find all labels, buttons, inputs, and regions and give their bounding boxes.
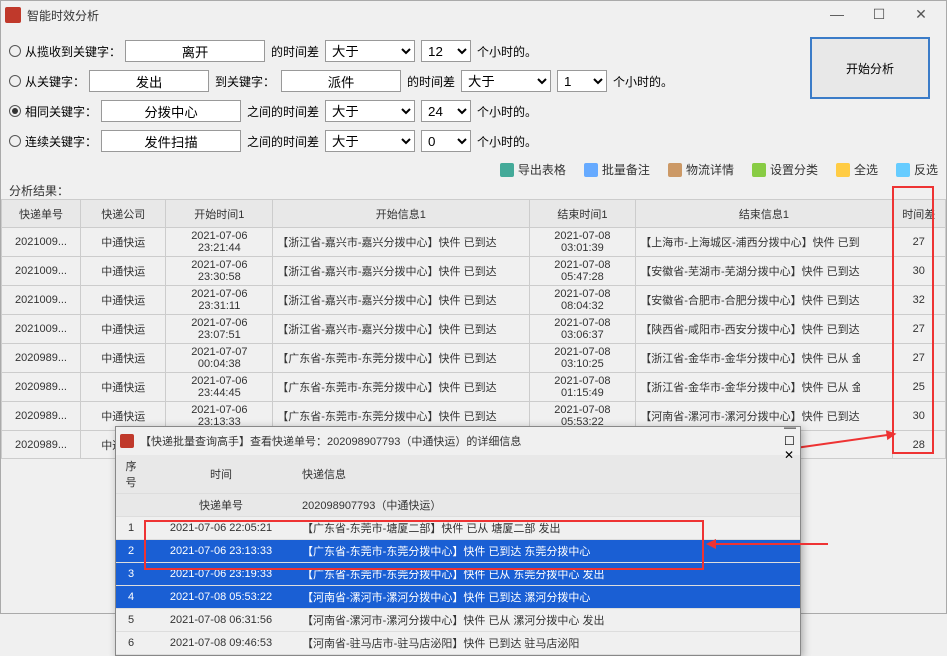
detail-table: 序号 时间 快递信息 快递单号 202098907793（中通快运） 12021… xyxy=(116,455,800,655)
suffix-3: 个小时的。 xyxy=(477,103,537,120)
th-endtime[interactable]: 结束时间1 xyxy=(529,200,636,228)
table-row[interactable]: 2020989...中通快运2021-07-0700:04:38【广东省-东莞市… xyxy=(2,344,946,373)
filter-row-4: 连续关键字： 之间的时间差 大于 0 个小时的。 xyxy=(9,127,938,155)
suffix-1: 个小时的。 xyxy=(477,43,537,60)
label-3: 相同关键字： xyxy=(25,103,97,120)
detail-window: 【快递批量查询高手】查看快递单号：202098907793（中通快运）的详细信息… xyxy=(115,426,801,656)
label-2a: 从关键字： xyxy=(25,73,85,90)
truck-icon xyxy=(668,163,682,177)
radio-2[interactable] xyxy=(9,75,21,87)
sub-titlebar: 【快递批量查询高手】查看快递单号：202098907793（中通快运）的详细信息… xyxy=(116,427,800,455)
note-icon xyxy=(584,163,598,177)
table-row[interactable]: 2021009...中通快运2021-07-0623:31:11【浙江省-嘉兴市… xyxy=(2,286,946,315)
between-3: 之间的时间差 xyxy=(247,103,319,120)
filter-row-1: 从揽收到关键字： 的时间差 大于 12 个小时的。 xyxy=(9,37,938,65)
app-icon xyxy=(5,7,21,23)
suffix-4: 个小时的。 xyxy=(477,133,537,150)
between-2: 的时间差 xyxy=(407,73,455,90)
detail-row[interactable]: 62021-07-08 09:46:53【河南省-驻马店市-驻马店泌阳】快件 已… xyxy=(116,632,800,655)
between-1: 的时间差 xyxy=(271,43,319,60)
radio-3[interactable] xyxy=(9,105,21,117)
sub-track-label: 快递单号 xyxy=(146,494,296,517)
swap-icon xyxy=(896,163,910,177)
filter-row-3: 相同关键字： 之间的时间差 大于 24 个小时的。 xyxy=(9,97,938,125)
titlebar: 智能时效分析 — ☐ ✕ xyxy=(1,1,946,29)
sub-track-no: 202098907793（中通快运） xyxy=(296,494,800,517)
table-row[interactable]: 2020989...中通快运2021-07-0623:44:45【广东省-东莞市… xyxy=(2,373,946,402)
th-endinfo[interactable]: 结束信息1 xyxy=(636,200,892,228)
keyword-2a[interactable] xyxy=(89,70,209,92)
radio-1[interactable] xyxy=(9,45,21,57)
sub-title: 【快递批量查询高手】查看快递单号：202098907793（中通快运）的详细信息 xyxy=(140,433,784,449)
table-row[interactable]: 2021009...中通快运2021-07-0623:07:51【浙江省-嘉兴市… xyxy=(2,315,946,344)
th-no[interactable]: 快递单号 xyxy=(2,200,81,228)
excel-icon xyxy=(500,163,514,177)
detail-row[interactable]: 42021-07-08 05:53:22【河南省-漯河市-漯河分拨中心】快件 已… xyxy=(116,586,800,609)
detail-row[interactable]: 32021-07-06 23:19:33【广东省-东莞市-东莞分拨中心】快件 已… xyxy=(116,563,800,586)
th-starttime[interactable]: 开始时间1 xyxy=(166,200,273,228)
suffix-2: 个小时的。 xyxy=(613,73,673,90)
sub-close-button[interactable]: ✕ xyxy=(784,448,796,462)
detail-row[interactable]: 52021-07-08 06:31:56【河南省-漯河市-漯河分拨中心】快件 已… xyxy=(116,609,800,632)
detail-row[interactable]: 12021-07-06 22:05:21【广东省-东莞市-塘厦二部】快件 已从 … xyxy=(116,517,800,540)
op-3[interactable]: 大于 xyxy=(325,100,415,122)
sub-minimize-button[interactable]: — xyxy=(784,420,796,434)
results-label: 分析结果： xyxy=(1,182,946,199)
maximize-button[interactable]: ☐ xyxy=(858,1,900,29)
sub-maximize-button[interactable]: ☐ xyxy=(784,434,796,448)
sub-th-time[interactable]: 时间 xyxy=(146,455,296,494)
hours-4[interactable]: 0 xyxy=(421,130,471,152)
op-4[interactable]: 大于 xyxy=(325,130,415,152)
filter-row-2: 从关键字： 到关键字： 的时间差 大于 1 个小时的。 xyxy=(9,67,938,95)
filter-panel: 从揽收到关键字： 的时间差 大于 12 个小时的。 从关键字： 到关键字： 的时… xyxy=(1,29,946,155)
results-table: 快递单号 快递公司 开始时间1 开始信息1 结束时间1 结束信息1 时间差 20… xyxy=(1,199,946,459)
keyword-2b[interactable] xyxy=(281,70,401,92)
table-row[interactable]: 2021009...中通快运2021-07-0623:30:58【浙江省-嘉兴市… xyxy=(2,257,946,286)
detail-row[interactable]: 22021-07-06 23:13:33【广东省-东莞市-东莞分拨中心】快件 已… xyxy=(116,540,800,563)
gear-icon xyxy=(752,163,766,177)
toolbar: 导出表格 批量备注 物流详情 设置分类 全选 反选 xyxy=(1,157,946,182)
th-startinfo[interactable]: 开始信息1 xyxy=(273,200,529,228)
hours-3[interactable]: 24 xyxy=(421,100,471,122)
sub-app-icon xyxy=(120,434,134,448)
hours-2[interactable]: 1 xyxy=(557,70,607,92)
window-title: 智能时效分析 xyxy=(27,7,816,24)
set-category-button[interactable]: 设置分类 xyxy=(752,161,818,178)
keyword-4[interactable] xyxy=(101,130,241,152)
op-1[interactable]: 大于 xyxy=(325,40,415,62)
label-1: 从揽收到关键字： xyxy=(25,43,121,60)
minimize-button[interactable]: — xyxy=(816,1,858,29)
hours-1[interactable]: 12 xyxy=(421,40,471,62)
batch-note-button[interactable]: 批量备注 xyxy=(584,161,650,178)
invert-button[interactable]: 反选 xyxy=(896,161,938,178)
label-2b: 到关键字： xyxy=(215,73,275,90)
select-all-button[interactable]: 全选 xyxy=(836,161,878,178)
table-row[interactable]: 2021009...中通快运2021-07-0623:21:44【浙江省-嘉兴市… xyxy=(2,228,946,257)
sub-th-info[interactable]: 快递信息 xyxy=(296,455,800,494)
op-2[interactable]: 大于 xyxy=(461,70,551,92)
th-diff[interactable]: 时间差 xyxy=(892,200,945,228)
th-company[interactable]: 快递公司 xyxy=(81,200,166,228)
close-button[interactable]: ✕ xyxy=(900,1,942,29)
logistics-button[interactable]: 物流详情 xyxy=(668,161,734,178)
keyword-3[interactable] xyxy=(101,100,241,122)
label-4: 连续关键字： xyxy=(25,133,97,150)
export-button[interactable]: 导出表格 xyxy=(500,161,566,178)
start-analysis-button[interactable]: 开始分析 xyxy=(810,37,930,99)
sub-th-idx[interactable]: 序号 xyxy=(116,455,146,494)
keyword-1[interactable] xyxy=(125,40,265,62)
radio-4[interactable] xyxy=(9,135,21,147)
between-4: 之间的时间差 xyxy=(247,133,319,150)
bulb-icon xyxy=(836,163,850,177)
